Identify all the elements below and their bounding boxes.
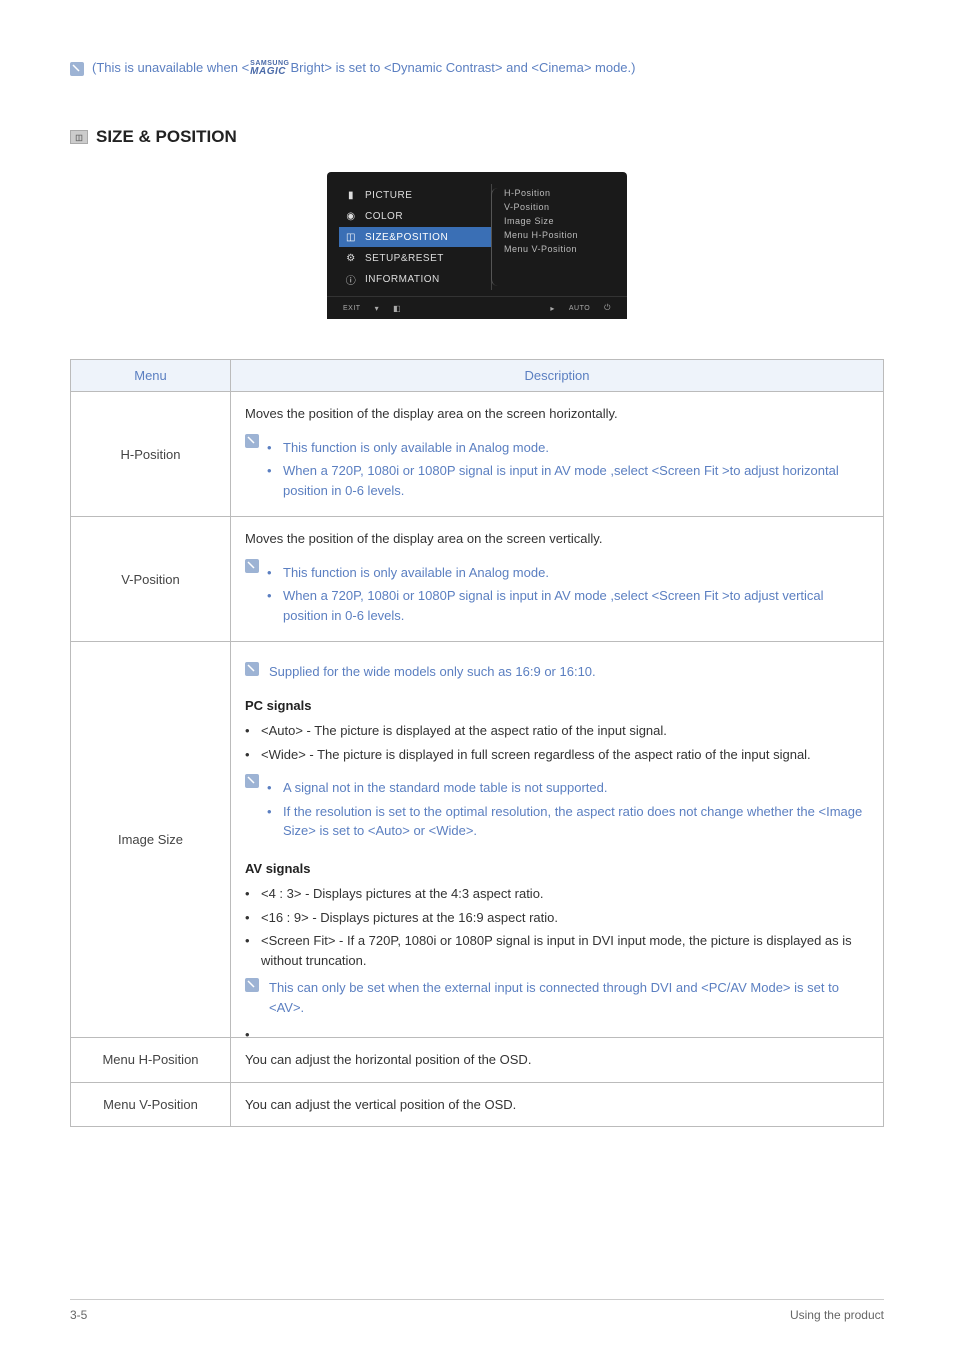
adjust-icon[interactable]: ◧ [393,304,401,313]
footer-title: Using the product [790,1308,884,1322]
osd-right-item[interactable]: H-Position [504,188,627,198]
av-signals-heading: AV signals [245,859,869,879]
list-item: <4 : 3> - Displays pictures at the 4:3 a… [245,884,869,904]
desc-cell: You can adjust the horizontal position o… [231,1038,884,1083]
osd-footer: EXIT ▾ ◧ ▸ AUTO ⏻ [327,296,627,313]
osd-right-list: H-Position V-Position Image Size Menu H-… [492,184,627,290]
heading-text: SIZE & POSITION [96,127,237,147]
note-item: If the resolution is set to the optimal … [267,802,869,841]
top-unavailable-note: (This is unavailable when <SAMSUNGMAGICB… [70,60,884,77]
sizepos-icon: ◫ [345,231,357,243]
section-heading: ◫ SIZE & POSITION [70,127,884,147]
menu-cell: Menu H-Position [71,1038,231,1083]
note-item: This function is only available in Analo… [267,563,869,583]
osd-exit-label[interactable]: EXIT [343,305,361,312]
table-row: Image Size Supplied for the wide models … [71,642,884,1038]
samsung-magic-logo: SAMSUNGMAGIC [250,60,289,77]
osd-right-item[interactable]: Menu H-Position [504,230,627,240]
color-icon: ◉ [345,210,357,222]
table-row: Menu V-Position You can adjust the verti… [71,1082,884,1127]
note-icon [245,662,259,676]
osd-left-menu: ▮PICTURE ◉COLOR ◫SIZE&POSITION ⚙SETUP&RE… [327,184,492,290]
pc-signals-heading: PC signals [245,696,869,716]
menu-cell: V-Position [71,517,231,642]
heading-icon: ◫ [70,130,88,144]
osd-right-item[interactable]: Image Size [504,216,627,226]
osd-item-setupreset[interactable]: ⚙SETUP&RESET [339,248,491,268]
page-footer: 3-5 Using the product [70,1299,884,1322]
list-item: <Wide> - The picture is displayed in ful… [245,745,869,765]
note-item: When a 720P, 1080i or 1080P signal is in… [267,586,869,625]
note-icon [245,434,259,448]
note-icon [70,62,84,76]
intro-text: Moves the position of the display area o… [245,529,869,549]
note-text-prefix: (This is unavailable when < [92,60,249,75]
list-item: <Screen Fit> - If a 720P, 1080i or 1080P… [245,931,869,970]
osd-item-color[interactable]: ◉COLOR [339,206,491,226]
setup-icon: ⚙ [345,252,357,264]
desc-cell: Moves the position of the display area o… [231,392,884,517]
menu-cell: H-Position [71,392,231,517]
osd-item-sizeposition[interactable]: ◫SIZE&POSITION [339,227,491,247]
note-icon [245,774,259,788]
av-note-text: This can only be set when the external i… [269,978,869,1017]
note-item: This function is only available in Analo… [267,438,869,458]
menu-cell: Menu V-Position [71,1082,231,1127]
desc-cell: You can adjust the vertical position of … [231,1082,884,1127]
th-menu: Menu [71,360,231,392]
enter-icon[interactable]: ▸ [550,304,555,313]
info-icon: ⓘ [345,273,357,285]
down-icon[interactable]: ▾ [375,304,380,313]
note-item: A signal not in the standard mode table … [267,778,869,798]
table-row: V-Position Moves the position of the dis… [71,517,884,642]
note-icon [245,978,259,992]
osd-panel: ▮PICTURE ◉COLOR ◫SIZE&POSITION ⚙SETUP&RE… [327,172,627,319]
intro-text: Moves the position of the display area o… [245,404,869,424]
th-desc: Description [231,360,884,392]
note-item: When a 720P, 1080i or 1080P signal is in… [267,461,869,500]
osd-auto-label[interactable]: AUTO [569,305,590,312]
power-icon[interactable]: ⏻ [604,303,611,313]
list-item: <Auto> - The picture is displayed at the… [245,721,869,741]
osd-right-item[interactable]: V-Position [504,202,627,212]
desc-cell: Moves the position of the display area o… [231,517,884,642]
table-row: H-Position Moves the position of the dis… [71,392,884,517]
page-number: 3-5 [70,1308,87,1322]
menu-cell: Image Size [71,642,231,1038]
osd-right-item[interactable]: Menu V-Position [504,244,627,254]
picture-icon: ▮ [345,189,357,201]
note-text-suffix: Bright> is set to <Dynamic Contrast> and… [290,60,635,75]
osd-item-picture[interactable]: ▮PICTURE [339,185,491,205]
list-item: <16 : 9> - Displays pictures at the 16:9… [245,908,869,928]
top-note-text: Supplied for the wide models only such a… [269,662,596,682]
table-row: Menu H-Position You can adjust the horiz… [71,1038,884,1083]
note-icon [245,559,259,573]
desc-cell: Supplied for the wide models only such a… [231,642,884,1038]
menu-description-table: Menu Description H-Position Moves the po… [70,359,884,1127]
osd-item-information[interactable]: ⓘINFORMATION [339,269,491,289]
